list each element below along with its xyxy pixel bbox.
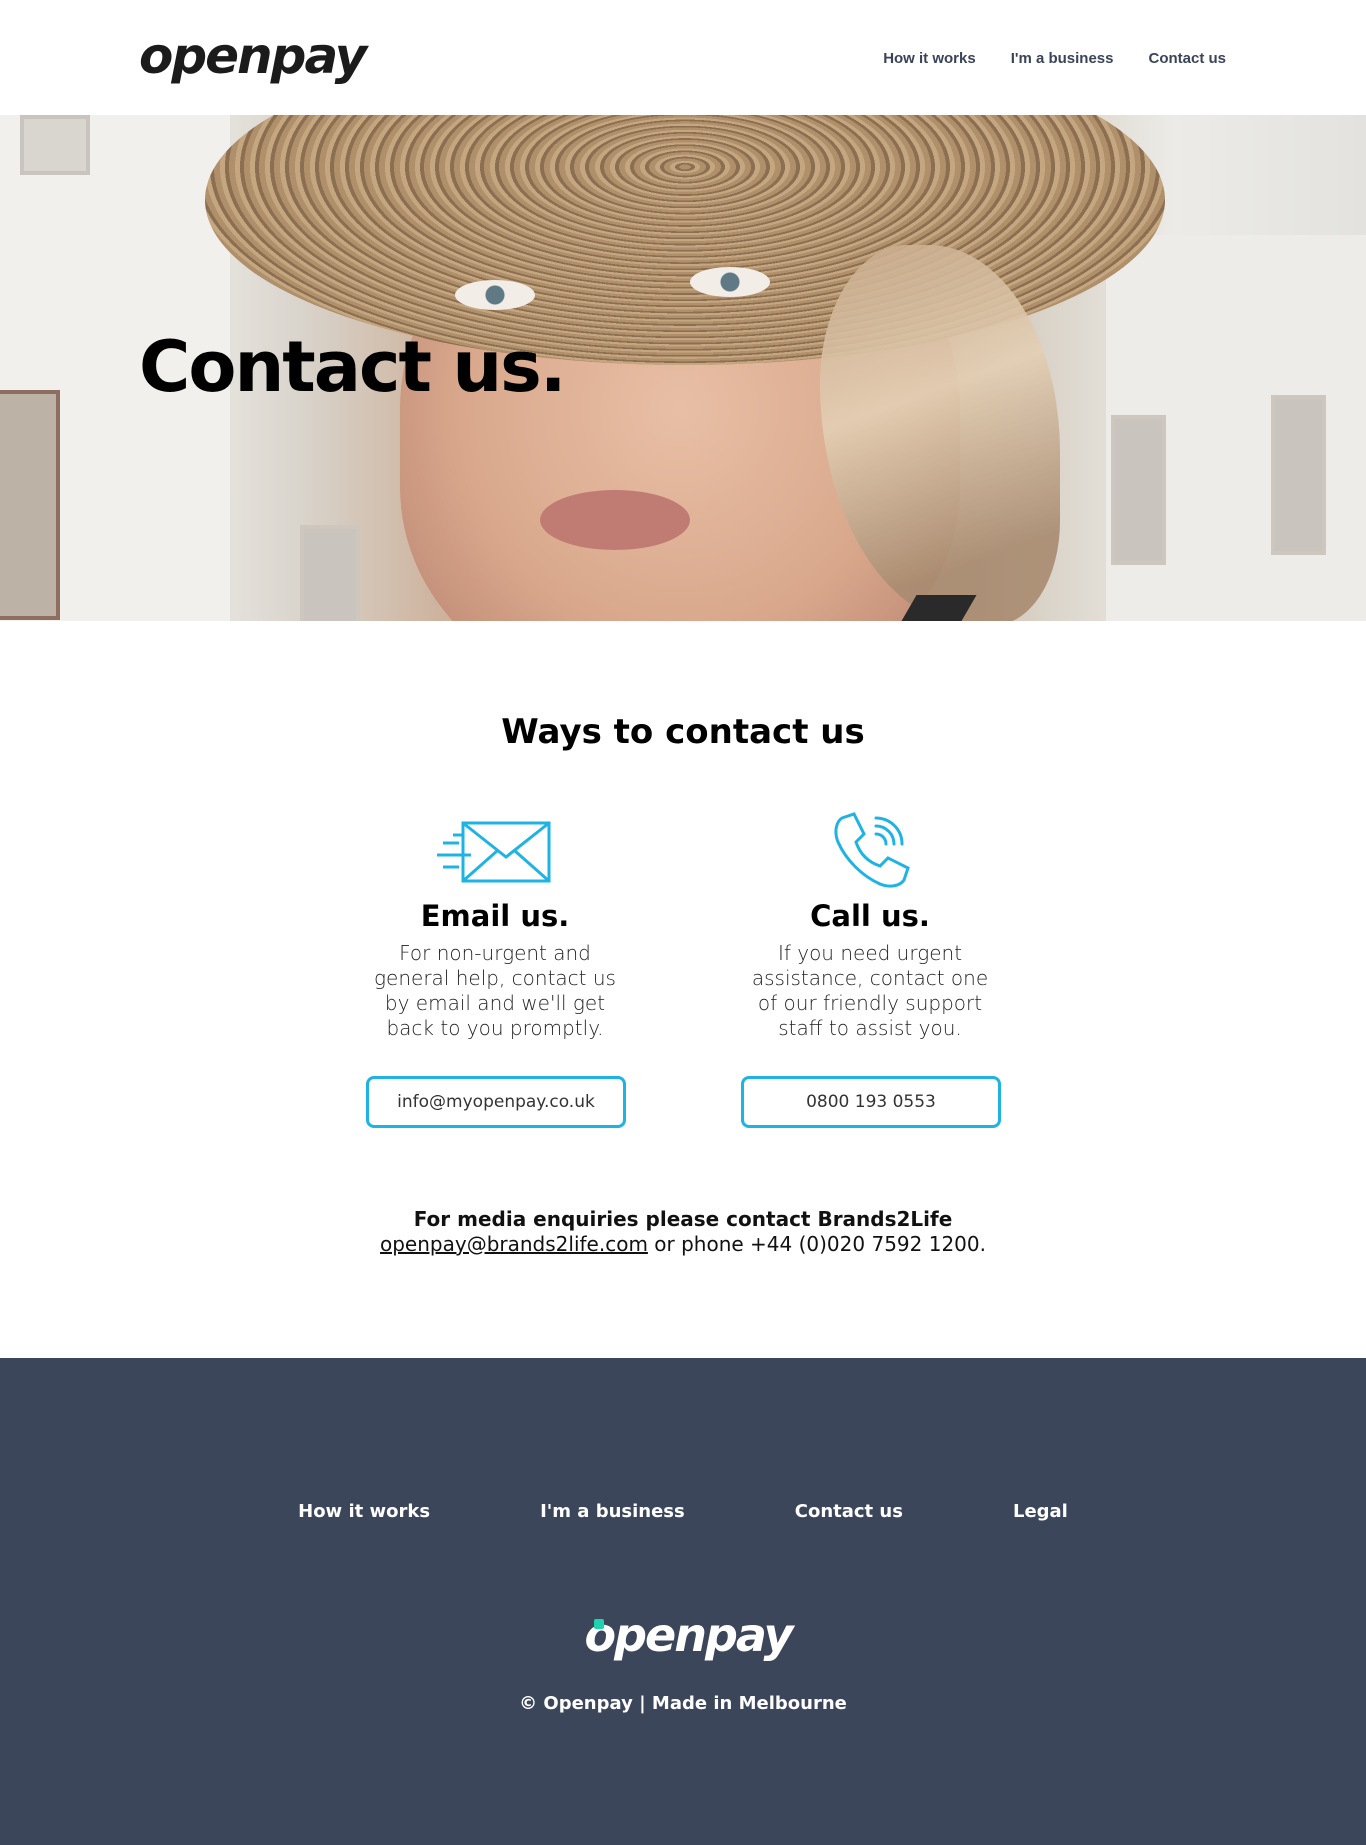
media-enquiries-contact: openpay@brands2life.com or phone +44 (0)… bbox=[0, 1232, 1366, 1257]
email-card-text: For non-urgent and general help, contact… bbox=[374, 941, 616, 1040]
footer-nav-legal[interactable]: Legal bbox=[1013, 1501, 1068, 1522]
openpay-logo[interactable]: openpay bbox=[139, 26, 367, 86]
hero-window bbox=[0, 390, 60, 620]
footer-logo-text: openpay bbox=[584, 1608, 793, 1662]
hero-lips bbox=[540, 490, 690, 550]
nav-im-a-business[interactable]: I'm a business bbox=[1011, 50, 1114, 67]
footer-logo[interactable]: openpay bbox=[0, 1608, 1366, 1662]
nav-contact-us[interactable]: Contact us bbox=[1148, 50, 1226, 67]
page-title: Contact us. bbox=[139, 326, 566, 408]
nav-how-it-works[interactable]: How it works bbox=[883, 50, 976, 67]
footer-nav-contact-us[interactable]: Contact us bbox=[795, 1501, 903, 1522]
main-nav: How it works I'm a business Contact us bbox=[883, 50, 1226, 67]
media-email-link[interactable]: openpay@brands2life.com bbox=[380, 1232, 648, 1256]
email-card: Email us. For non-urgent and general hel… bbox=[360, 805, 630, 1041]
logo-dot-icon bbox=[594, 1619, 605, 1629]
footer-nav-im-a-business[interactable]: I'm a business bbox=[540, 1501, 685, 1522]
envelope-icon bbox=[360, 805, 630, 895]
hero-window bbox=[20, 115, 90, 175]
footer-nav-how-it-works[interactable]: How it works bbox=[298, 1501, 430, 1522]
copyright: © Openpay | Made in Melbourne bbox=[519, 1693, 847, 1714]
call-card-title: Call us. bbox=[810, 899, 930, 933]
media-enquiries-heading: For media enquiries please contact Brand… bbox=[413, 1207, 953, 1231]
media-phone-text: or phone +44 (0)020 7592 1200. bbox=[647, 1232, 986, 1256]
email-card-title: Email us. bbox=[420, 899, 570, 933]
ways-to-contact-heading: Ways to contact us bbox=[501, 712, 865, 752]
call-card: Call us. If you need urgent assistance, … bbox=[735, 805, 1005, 1041]
media-enquiries: For media enquiries please contact Brand… bbox=[0, 1207, 1366, 1257]
phone-button[interactable]: 0800 193 0553 bbox=[741, 1076, 1001, 1128]
hero-window bbox=[1111, 415, 1166, 565]
site-footer: How it works I'm a business Contact us L… bbox=[0, 1358, 1366, 1845]
email-button[interactable]: info@myopenpay.co.uk bbox=[366, 1076, 626, 1128]
footer-nav: How it works I'm a business Contact us L… bbox=[0, 1501, 1366, 1522]
call-card-text: If you need urgent assistance, contact o… bbox=[751, 941, 989, 1040]
hero-window bbox=[300, 525, 360, 621]
hero-eye-left bbox=[455, 280, 535, 310]
site-header: openpay How it works I'm a business Cont… bbox=[0, 0, 1366, 115]
phone-icon bbox=[735, 805, 1005, 895]
hero-eye-right bbox=[690, 267, 770, 297]
hero-window bbox=[1271, 395, 1326, 555]
